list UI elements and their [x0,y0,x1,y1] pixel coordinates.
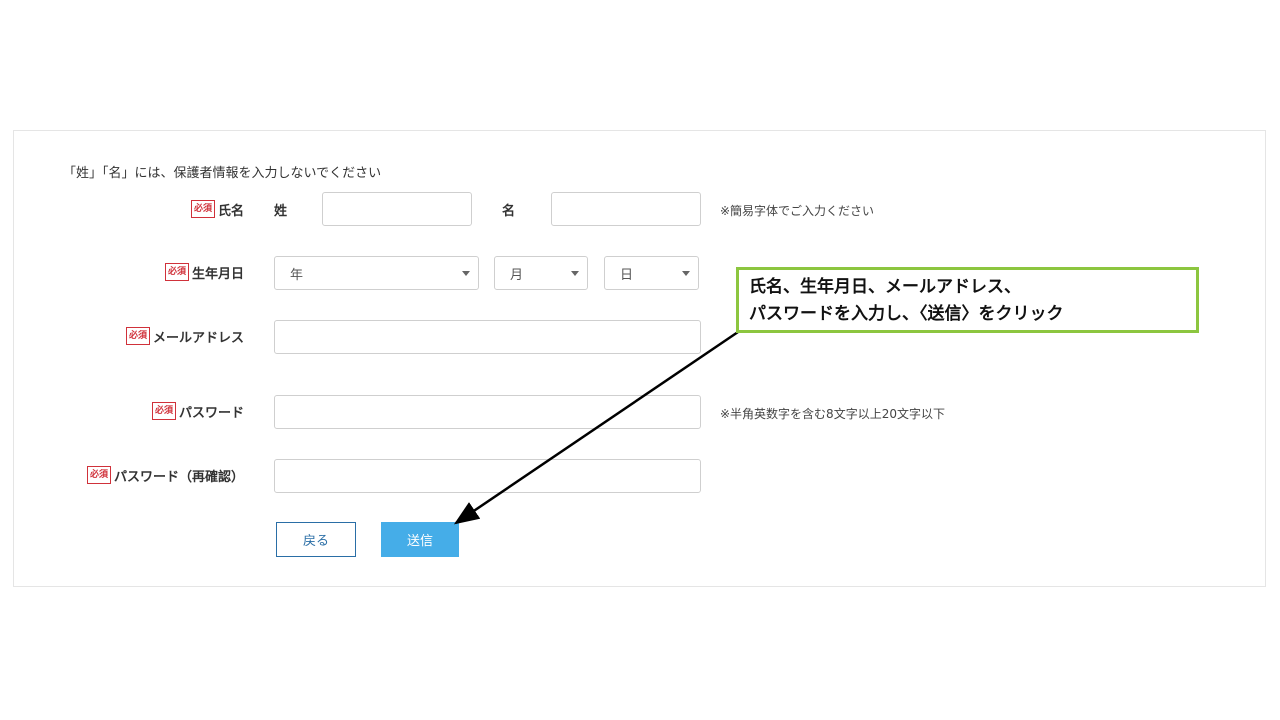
annotation-arrow [453,330,739,525]
instruction-callout: 氏名、生年月日、メールアドレス、 パスワードを入力し、〈送信〉をクリック [736,267,1199,333]
callout-line-1: 氏名、生年月日、メールアドレス、 [749,277,1021,297]
callout-line-2: パスワードを入力し、〈送信〉をクリック [749,304,1064,324]
page: 「姓」「名」には、保護者情報を入力しないでください 必須 氏名 姓 名 ※簡易字… [0,0,1280,720]
arrow-line [453,330,739,525]
